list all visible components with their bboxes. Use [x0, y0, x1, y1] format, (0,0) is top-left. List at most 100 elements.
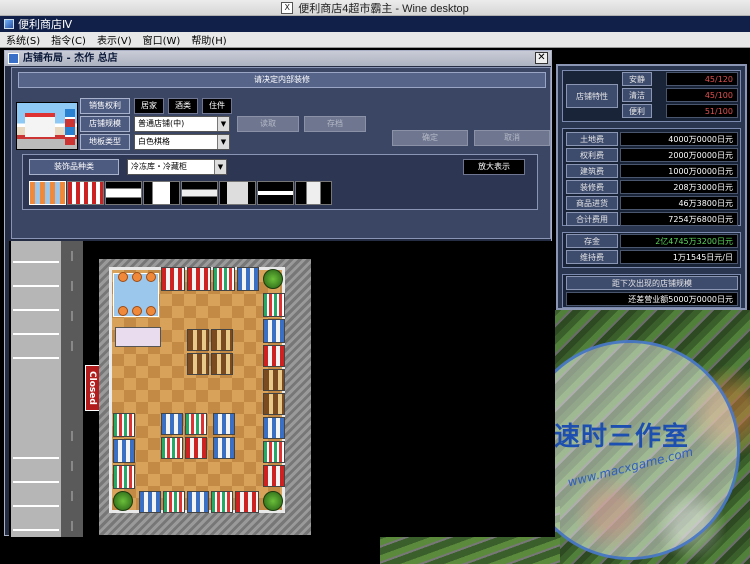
- stool-icon: [132, 306, 142, 316]
- drink-shelf[interactable]: [213, 267, 235, 291]
- zoom-button[interactable]: 放大表示: [463, 159, 525, 175]
- shop-stats-panel: 店铺特性 安静 45/120 清洁 45/100 便利 51/100 土地费 4…: [556, 64, 747, 310]
- maintenance-label: 维持费: [566, 250, 618, 264]
- dialog-titlebar[interactable]: 店铺布局 - 杰作 总店 ✕: [5, 51, 551, 66]
- island-shelf[interactable]: [213, 413, 235, 435]
- menubar: 系统(S) 指令(C) 表示(V) 窗口(W) 帮助(H): [0, 32, 750, 48]
- stool-icon: [146, 272, 156, 282]
- window-titlebar[interactable]: X 便利商店4超市霸主 - Wine desktop: [0, 0, 750, 16]
- decoration-type-dropdown[interactable]: 冷冻库・冷藏柜 ▼: [127, 159, 227, 175]
- wall-shelf[interactable]: [113, 439, 135, 463]
- cost-rights-label: 权利费: [566, 148, 618, 162]
- wall-shelf[interactable]: [263, 369, 285, 391]
- wall-shelf[interactable]: [113, 465, 135, 489]
- cost-stock-value: 46万3800日元: [620, 196, 738, 210]
- ok-button[interactable]: 确定: [392, 130, 468, 146]
- bottom-shelf[interactable]: [163, 491, 185, 513]
- decoration-tile-fridge[interactable]: [67, 181, 104, 205]
- trait-quiet-label: 安静: [622, 72, 652, 86]
- wall-shelf[interactable]: [263, 293, 285, 317]
- menu-window[interactable]: 窗口(W): [137, 32, 186, 47]
- bottom-shelf[interactable]: [187, 491, 209, 513]
- trait-clean-label: 清洁: [622, 88, 652, 102]
- deposit-value: 2亿4745万3200日元: [620, 234, 738, 248]
- cost-build-label: 建筑费: [566, 164, 618, 178]
- cancel-button[interactable]: 取消: [474, 130, 550, 146]
- wall-shelf[interactable]: [113, 413, 135, 437]
- chevron-down-icon[interactable]: ▼: [214, 160, 226, 174]
- wall-shelf[interactable]: [263, 465, 285, 487]
- menu-command[interactable]: 指令(C): [45, 32, 91, 47]
- window-title: 便利商店4超市霸主 - Wine desktop: [298, 2, 469, 15]
- island-shelf[interactable]: [187, 353, 209, 375]
- checkout-counter[interactable]: [115, 327, 161, 347]
- island-shelf[interactable]: [213, 437, 235, 459]
- decoration-tile-case-2[interactable]: [143, 181, 180, 205]
- road: [61, 241, 83, 537]
- trait-convenience-value: 51/100: [666, 104, 738, 118]
- plant-icon: [263, 491, 283, 511]
- total-cost-label: 合计费用: [566, 212, 618, 226]
- read-button[interactable]: 读取: [237, 116, 299, 132]
- dialog-title: 店铺布局 - 杰作 总店: [23, 53, 118, 64]
- decoration-tile-case-1[interactable]: [105, 181, 142, 205]
- cost-decor-label: 装修费: [566, 180, 618, 194]
- decoration-tile-case-3[interactable]: [181, 181, 218, 205]
- decoration-tile-case-6[interactable]: [295, 181, 332, 205]
- sales-rights-label: 销售权利: [80, 98, 130, 114]
- fridge-shelf[interactable]: [187, 267, 211, 291]
- floor-type-value: 白色棋格: [138, 137, 170, 146]
- store-floor-canvas[interactable]: Closed: [9, 241, 555, 537]
- tab-housing[interactable]: 住件: [202, 98, 232, 114]
- bottom-shelf[interactable]: [235, 491, 259, 513]
- drink-shelf[interactable]: [237, 267, 259, 291]
- menu-system[interactable]: 系统(S): [0, 32, 45, 47]
- floor-type-dropdown[interactable]: 白色棋格 ▼: [134, 134, 230, 150]
- chevron-down-icon[interactable]: ▼: [217, 135, 229, 149]
- x-window-icon: X: [281, 1, 294, 14]
- trait-quiet-value: 45/120: [666, 72, 738, 86]
- fridge-shelf[interactable]: [161, 267, 185, 291]
- shop-trait-label: 店铺特性: [566, 84, 618, 108]
- chevron-down-icon[interactable]: ▼: [217, 117, 229, 131]
- island-shelf[interactable]: [211, 353, 233, 375]
- close-icon[interactable]: ✕: [535, 52, 548, 64]
- cost-build-value: 1000万0000日元: [620, 164, 738, 178]
- bottom-shelf[interactable]: [211, 491, 233, 513]
- deposit-label: 存金: [566, 234, 618, 248]
- tab-home[interactable]: 居家: [134, 98, 164, 114]
- decoration-tile-case-5[interactable]: [257, 181, 294, 205]
- store-scale-dropdown[interactable]: 普通店铺(中) ▼: [134, 116, 230, 132]
- stool-icon: [146, 306, 156, 316]
- island-shelf[interactable]: [161, 413, 183, 435]
- floor-type-label: 地板类型: [80, 134, 130, 150]
- cost-land-value: 4000万0000日元: [620, 132, 738, 146]
- maintenance-value: 1万1545日元/日: [620, 250, 738, 264]
- menu-view[interactable]: 表示(V): [91, 32, 137, 47]
- island-shelf[interactable]: [185, 413, 207, 435]
- wall-shelf[interactable]: [263, 441, 285, 463]
- cost-rights-value: 2000万0000日元: [620, 148, 738, 162]
- trait-convenience-label: 便利: [622, 104, 652, 118]
- island-shelf[interactable]: [161, 437, 183, 459]
- decoration-tile-table[interactable]: [29, 181, 66, 205]
- cost-decor-value: 208万3000日元: [620, 180, 738, 194]
- dialog-icon: [8, 53, 19, 64]
- decoration-tile-case-4[interactable]: [219, 181, 256, 205]
- save-button[interactable]: 存档: [304, 116, 366, 132]
- wall-shelf[interactable]: [263, 417, 285, 439]
- bottom-shelf[interactable]: [139, 491, 161, 513]
- watermark-text: 速时三作室: [554, 422, 690, 452]
- island-shelf[interactable]: [211, 329, 233, 351]
- eat-in-table[interactable]: [113, 272, 159, 317]
- island-shelf[interactable]: [187, 329, 209, 351]
- menu-help[interactable]: 帮助(H): [185, 32, 231, 47]
- wall-shelf[interactable]: [263, 345, 285, 367]
- app-title: 便利商店Ⅳ: [18, 18, 73, 31]
- tab-liquor[interactable]: 酒类: [168, 98, 198, 114]
- store-scale-label: 店铺规模: [80, 116, 130, 132]
- wall-shelf[interactable]: [263, 319, 285, 343]
- wall-shelf[interactable]: [263, 393, 285, 415]
- cost-stock-label: 商品进货: [566, 196, 618, 210]
- island-shelf[interactable]: [185, 437, 207, 459]
